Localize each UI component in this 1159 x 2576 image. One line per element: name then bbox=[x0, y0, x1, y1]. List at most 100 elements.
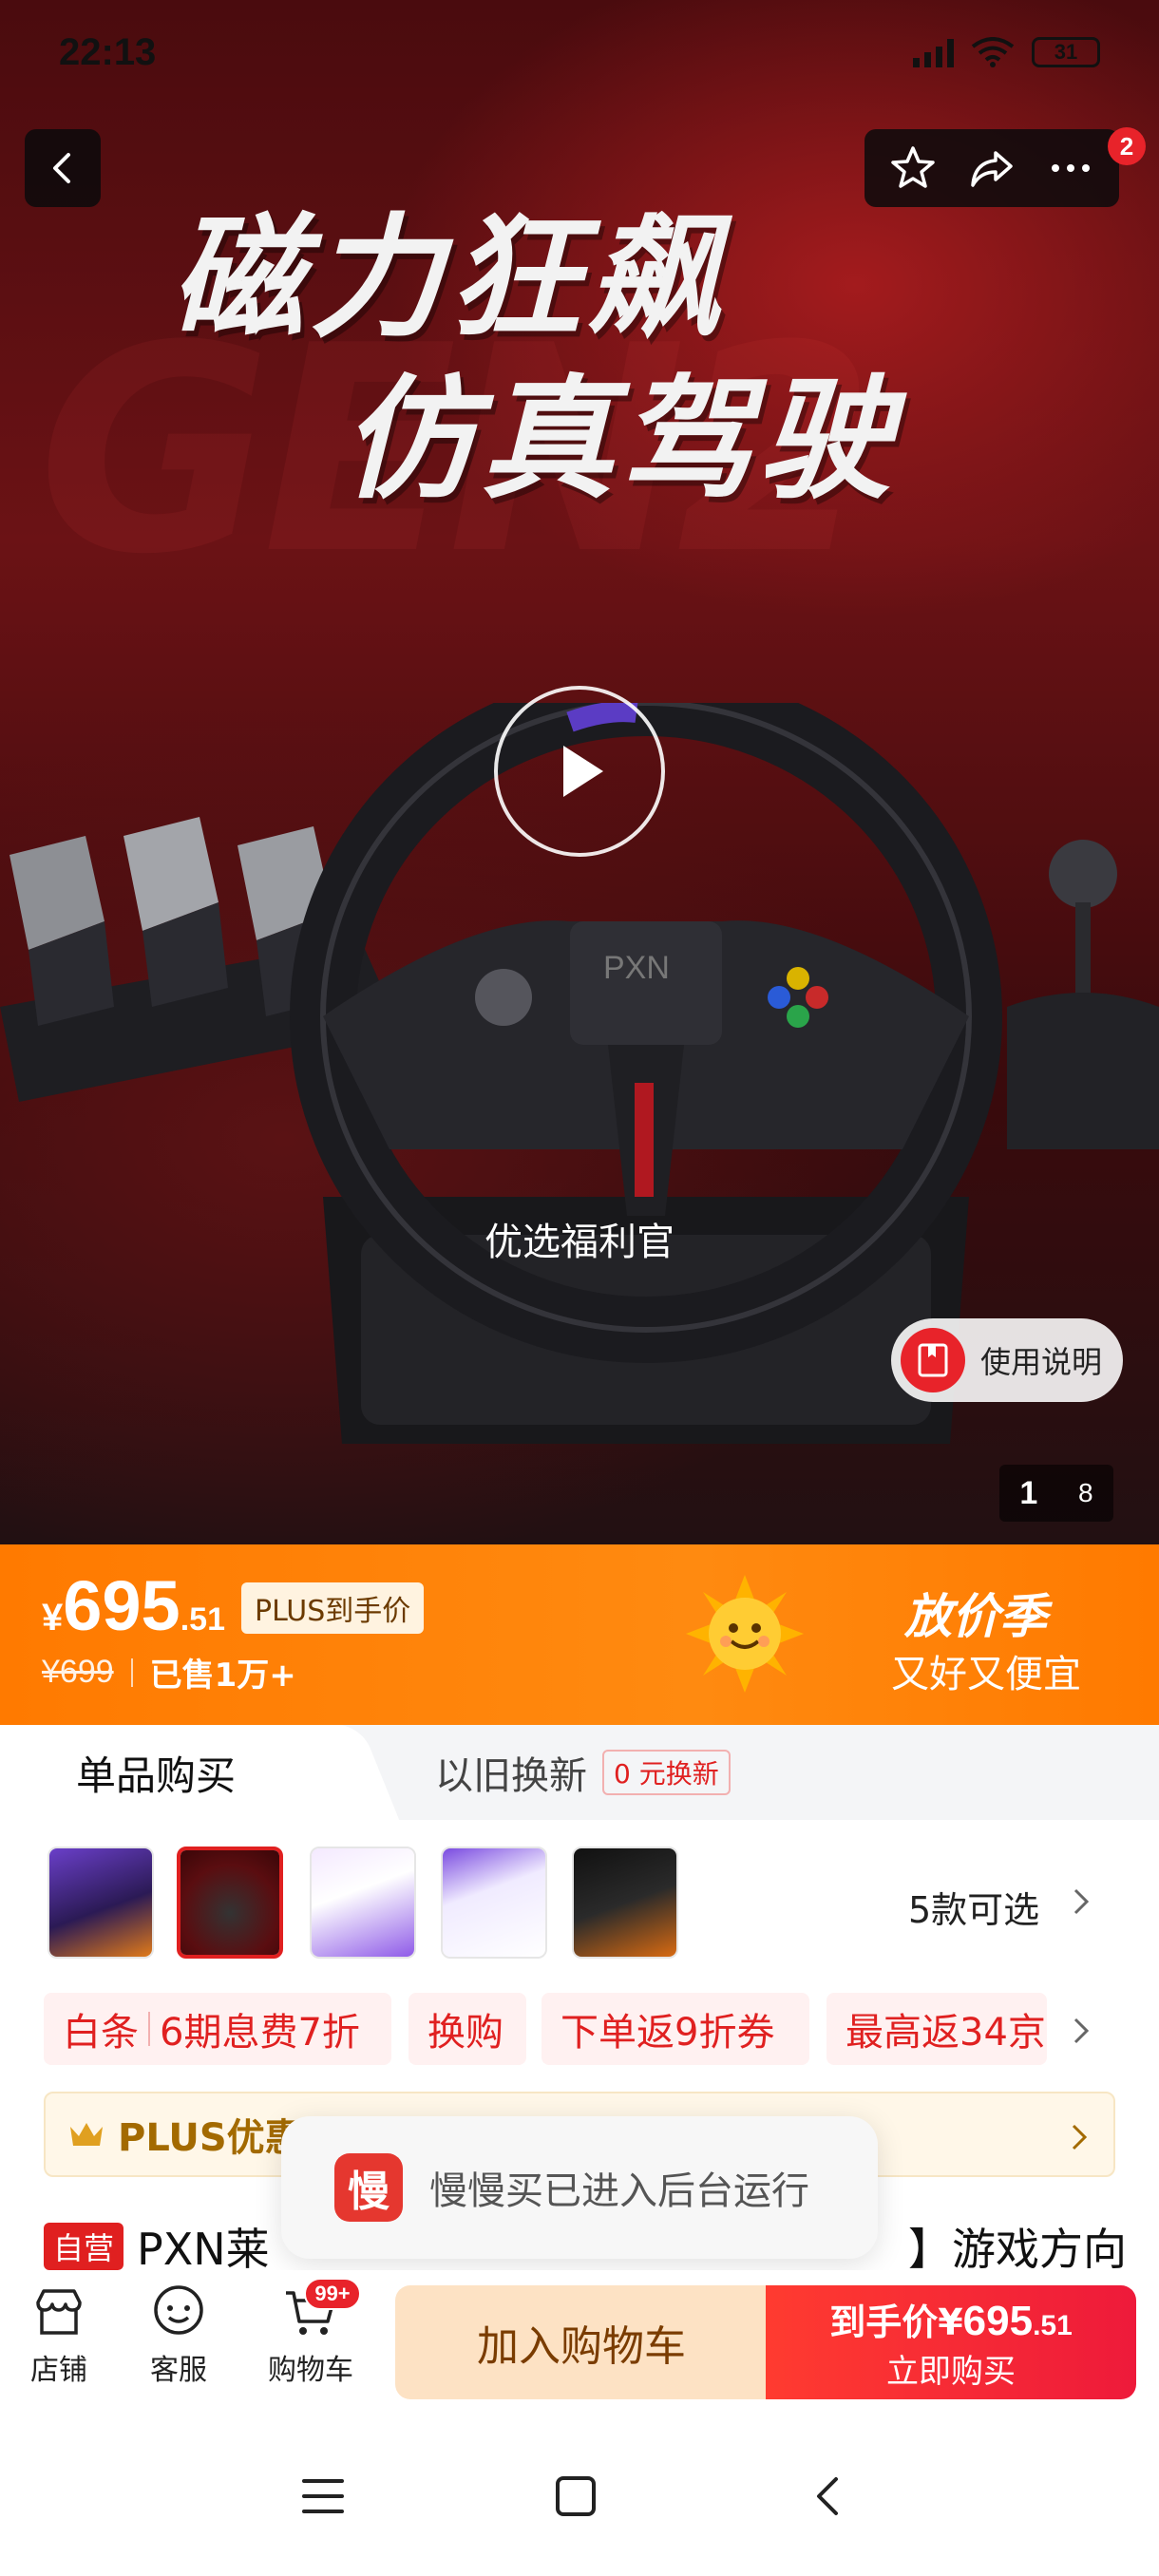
cart-count-badge: 99+ bbox=[304, 2278, 361, 2310]
share-icon bbox=[971, 151, 1013, 187]
share-button[interactable] bbox=[958, 134, 1026, 202]
signal-icon bbox=[913, 37, 954, 67]
product-hero-gallery[interactable]: GEN2 22:13 31 2 磁力狂飙 仿真驾驶 PXN 优选福利官 使用说明… bbox=[0, 0, 1159, 1544]
buy-price-integer: 695 bbox=[962, 2298, 1034, 2344]
sold-count: 已售1万+ bbox=[149, 1657, 296, 1695]
variant-thumb[interactable] bbox=[441, 1847, 547, 1959]
coupon-exchange-label: 换购 bbox=[428, 2011, 504, 2055]
trade-in-badge: 0 元换新 bbox=[602, 1750, 731, 1795]
customer-service-button[interactable]: 客服 bbox=[150, 2283, 207, 2388]
status-indicators: 31 bbox=[913, 37, 1100, 67]
chevron-left-icon bbox=[817, 2477, 838, 2515]
shop-button[interactable]: 店铺 bbox=[30, 2283, 87, 2388]
product-detail-page: GEN2 22:13 31 2 磁力狂飙 仿真驾驶 PXN 优选福利官 使用说明… bbox=[0, 0, 1159, 2576]
coupon-exchange[interactable]: 换购 bbox=[408, 1993, 526, 2065]
plus-price-tag: PLUS到手价 bbox=[241, 1582, 425, 1634]
divider bbox=[148, 2012, 150, 2046]
variant-thumb[interactable] bbox=[572, 1847, 678, 1959]
original-price-row: ¥699 已售1万+ bbox=[42, 1649, 296, 1695]
home-button[interactable] bbox=[547, 2468, 604, 2525]
system-navigation-bar bbox=[0, 2413, 1159, 2576]
tab-trade-in-label: 以旧换新 bbox=[435, 1754, 587, 1798]
manual-label: 使用说明 bbox=[980, 1344, 1103, 1380]
favorite-button[interactable] bbox=[879, 134, 947, 202]
status-bar: 22:13 31 bbox=[0, 0, 1159, 104]
star-icon bbox=[891, 146, 936, 188]
hero-headline-2: 仿真驾驶 bbox=[342, 363, 898, 518]
manual-book-icon bbox=[901, 1328, 965, 1392]
coupon-max-rebate[interactable]: 最高返34京 bbox=[826, 1993, 1047, 2065]
wifi-icon bbox=[971, 37, 1015, 67]
buy-price-currency: ¥ bbox=[938, 2301, 963, 2343]
shop-label: 店铺 bbox=[30, 2354, 87, 2387]
promo-subtitle: 又好又便宜 bbox=[891, 1653, 1081, 1696]
battery-icon: 31 bbox=[1032, 37, 1100, 67]
product-title: PXN莱 bbox=[137, 2224, 270, 2275]
price: ¥ 695 .51 bbox=[42, 1565, 225, 1646]
variant-selector: 5款可选 bbox=[0, 1847, 1159, 1970]
status-time: 22:13 bbox=[59, 30, 157, 73]
buy-price-prefix: 到手价 bbox=[829, 2301, 939, 2343]
menu-icon bbox=[302, 2479, 344, 2513]
variants-count[interactable]: 5款可选 bbox=[908, 1881, 1039, 1933]
add-to-cart-label: 加入购物车 bbox=[477, 2322, 686, 2371]
play-icon bbox=[563, 746, 603, 797]
shifter-illustration bbox=[1007, 840, 1159, 1149]
coupon-rebate[interactable]: 下单返9折券 bbox=[542, 1993, 809, 2065]
more-dots-icon bbox=[1051, 164, 1090, 172]
chevron-left-icon bbox=[53, 153, 70, 183]
background-toast: 慢 慢慢买已进入后台运行 bbox=[281, 2116, 878, 2259]
tab-single-purchase[interactable]: 单品购买 bbox=[0, 1725, 342, 1820]
gallery-pager: 1 8 bbox=[999, 1465, 1113, 1522]
play-video-button[interactable] bbox=[494, 686, 665, 857]
chevron-right-icon bbox=[1074, 2017, 1090, 2044]
home-square-icon bbox=[556, 2476, 596, 2516]
variant-thumb[interactable] bbox=[48, 1847, 154, 1959]
coupon-baitiao[interactable]: 白条 6期息费7折 bbox=[44, 1993, 391, 2065]
product-title-tail: 】游戏方向 bbox=[908, 2224, 1127, 2275]
price-decimal: .51 bbox=[180, 1601, 225, 1638]
manual-button[interactable]: 使用说明 bbox=[891, 1318, 1123, 1402]
price-banner: ¥ 695 .51 PLUS到手价 ¥699 已售1万+ 放价季 又好又便宜 bbox=[0, 1544, 1159, 1725]
buy-price: 到手价¥695.51 bbox=[829, 2293, 1073, 2345]
app-logo-icon: 慢 bbox=[334, 2153, 403, 2222]
crown-icon bbox=[70, 2123, 103, 2146]
menu-button[interactable] bbox=[294, 2468, 352, 2525]
chevron-right-icon bbox=[1074, 1888, 1090, 1915]
buy-now-label: 立即购买 bbox=[886, 2353, 1016, 2391]
chevron-right-icon bbox=[1072, 2124, 1088, 2150]
promo-title: 放价季 bbox=[904, 1589, 1047, 1644]
variant-thumb-selected[interactable] bbox=[177, 1847, 283, 1959]
original-price: ¥699 bbox=[42, 1654, 114, 1690]
plus-discount-label: PLUS优惠 bbox=[118, 2116, 303, 2160]
bottom-action-bar: 店铺 客服 99+ 购物车 加入购物车 到手价¥695.51 立即购买 bbox=[0, 2270, 1159, 2413]
variant-thumb[interactable] bbox=[310, 1847, 416, 1959]
price-integer: 695 bbox=[63, 1566, 180, 1645]
coupon-baitiao-label: 白条 bbox=[63, 2011, 139, 2055]
tab-trade-in[interactable]: 以旧换新 0 元换新 bbox=[435, 1725, 731, 1820]
store-icon bbox=[36, 2289, 82, 2335]
coupon-row: 白条 6期息费7折 换购 下单返9折券 最高返34京 bbox=[0, 1993, 1159, 2069]
self-operated-tag: 自营 bbox=[44, 2223, 124, 2270]
wheel-brand: PXN bbox=[603, 950, 670, 986]
back-button[interactable] bbox=[25, 129, 101, 207]
coupon-installment-label: 6期息费7折 bbox=[160, 2011, 360, 2055]
pager-total: 8 bbox=[1078, 1478, 1093, 1507]
notification-badge: 2 bbox=[1108, 127, 1146, 165]
customer-service-label: 客服 bbox=[150, 2354, 207, 2387]
video-overlay-label: 优选福利官 bbox=[484, 1221, 674, 1264]
divider bbox=[130, 1657, 133, 1687]
add-to-cart-button[interactable]: 加入购物车 bbox=[395, 2285, 768, 2399]
top-actions bbox=[864, 129, 1119, 207]
coupon-max-rebate-label: 最高返34京 bbox=[846, 2011, 1046, 2055]
more-button[interactable] bbox=[1036, 134, 1105, 202]
cart-button[interactable]: 99+ 购物车 bbox=[268, 2278, 361, 2388]
price-currency: ¥ bbox=[42, 1597, 64, 1638]
coupon-rebate-label: 下单返9折券 bbox=[560, 2011, 775, 2055]
cart-label: 购物车 bbox=[268, 2354, 353, 2387]
buy-price-decimal: .51 bbox=[1033, 2310, 1073, 2341]
toast-message: 慢慢买已进入后台运行 bbox=[429, 2169, 809, 2213]
buy-now-button[interactable]: 到手价¥695.51 立即购买 bbox=[766, 2285, 1136, 2399]
system-back-button[interactable] bbox=[800, 2468, 857, 2525]
tab-single-purchase-label: 单品购买 bbox=[76, 1752, 237, 1799]
